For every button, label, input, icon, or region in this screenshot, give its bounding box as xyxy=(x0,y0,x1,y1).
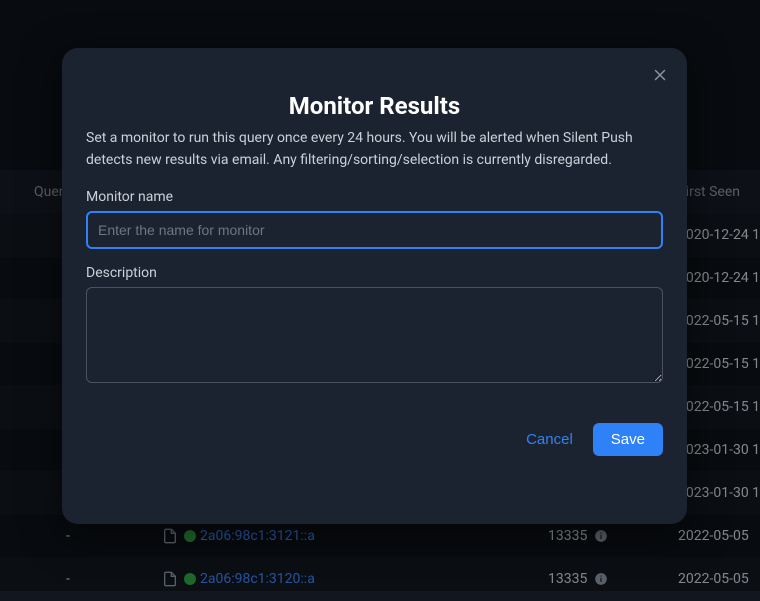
row-dash: - xyxy=(66,528,70,544)
first-seen-value: 2022-05-15 1 xyxy=(678,313,760,329)
address-link[interactable]: 2a06:98c1:3121::a xyxy=(200,528,315,544)
modal-description: Set a monitor to run this query once eve… xyxy=(86,128,663,171)
monitor-name-label: Monitor name xyxy=(86,189,663,205)
monitor-name-input[interactable] xyxy=(86,211,663,249)
description-label: Description xyxy=(86,265,663,281)
modal-actions: Cancel Save xyxy=(86,423,663,456)
first-seen-value: 2023-01-30 1 xyxy=(678,442,760,458)
document-icon[interactable] xyxy=(162,528,178,544)
status-dot-icon xyxy=(184,573,196,585)
col-first-seen: irst Seen xyxy=(686,184,740,200)
first-seen-value: 2020-12-24 19 xyxy=(678,227,760,243)
save-button[interactable]: Save xyxy=(593,423,663,456)
modal-title: Monitor Results xyxy=(86,92,663,120)
first-seen-value: 2022-05-15 1 xyxy=(678,399,760,415)
first-seen-value: 2023-01-30 1 xyxy=(678,485,760,501)
asn-value: 13335 xyxy=(548,571,587,587)
first-seen-value: 2022-05-05 xyxy=(678,571,749,587)
first-seen-value: 2020-12-24 19 xyxy=(678,270,760,286)
status-dot-icon xyxy=(184,530,196,542)
first-seen-value: 2022-05-15 1 xyxy=(678,356,760,372)
asn-value: 13335 xyxy=(548,528,587,544)
close-icon[interactable] xyxy=(651,66,669,84)
address-link[interactable]: 2a06:98c1:3120::a xyxy=(200,571,315,587)
cancel-button[interactable]: Cancel xyxy=(526,431,573,448)
description-textarea[interactable] xyxy=(86,287,663,383)
table-row[interactable]: - 2a06:98c1:3120::a 13335 2022-05-05 xyxy=(0,558,760,601)
row-dash: - xyxy=(66,571,70,587)
first-seen-value: 2022-05-05 xyxy=(678,528,749,544)
col-query: Quer xyxy=(34,184,64,200)
info-icon[interactable] xyxy=(594,529,608,543)
document-icon[interactable] xyxy=(162,571,178,587)
info-icon[interactable] xyxy=(594,572,608,586)
monitor-results-modal: Monitor Results Set a monitor to run thi… xyxy=(62,48,687,524)
